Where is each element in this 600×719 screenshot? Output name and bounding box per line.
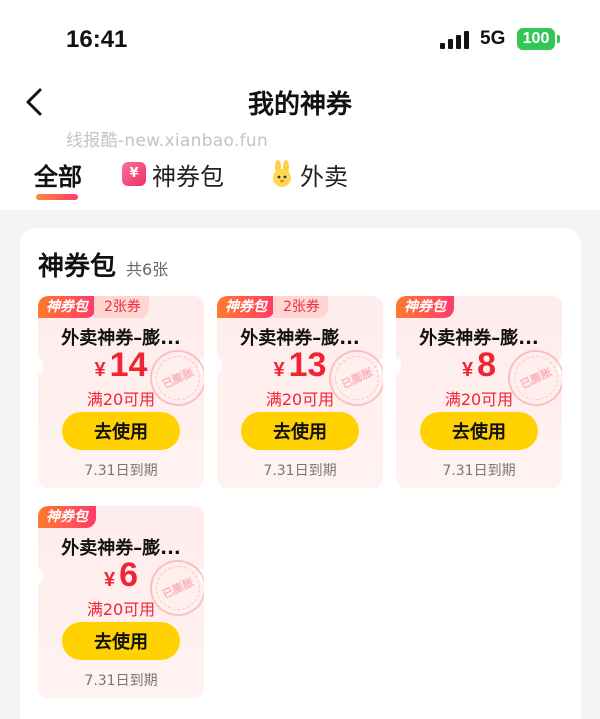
- coupon-tag: 神券包: [217, 296, 275, 318]
- currency-symbol: ¥: [273, 359, 285, 381]
- coupon-tag: 神券包: [396, 296, 454, 318]
- section-title: 神券包: [38, 252, 117, 282]
- coupon-tag: 神券包: [38, 506, 96, 528]
- coupon-amount: 14: [109, 346, 148, 384]
- section-header: 神券包 共6张: [38, 246, 168, 283]
- tab-label: 外卖: [300, 162, 348, 191]
- coupon-amount: 8: [477, 346, 497, 384]
- tab-all[interactable]: 全部: [34, 152, 82, 196]
- coupon-expiry: 7.31日到期: [84, 463, 158, 479]
- watermark-text: 线报酷-new.xianbao.fun: [66, 131, 269, 151]
- currency-symbol: ¥: [461, 359, 474, 381]
- coupon-badges: 神券包: [396, 296, 454, 318]
- header-area: 16:41 5G 100 我的神券 线报酷-new.xianbao.fun 全部…: [0, 0, 600, 210]
- coupon-card[interactable]: 神券包 2张券 外卖神券–膨... 已膨胀 ¥14 满20可用 去使用 7.31…: [38, 296, 204, 488]
- coupon-condition: 满20可用: [265, 390, 335, 409]
- coupon-condition: 满20可用: [86, 600, 156, 619]
- use-coupon-button[interactable]: 去使用: [420, 412, 538, 450]
- coupon-tag: 神券包: [38, 296, 96, 318]
- rabbit-mascot-icon: [270, 160, 294, 188]
- use-coupon-button[interactable]: 去使用: [62, 622, 180, 660]
- coupon-badges: 神券包 2张券: [217, 296, 328, 318]
- nav-bar: 我的神券: [0, 80, 600, 126]
- tab-coupon-pack[interactable]: ¥ 神券包: [122, 152, 224, 196]
- coupon-card[interactable]: 神券包 外卖神券–膨... 已膨胀 ¥6 满20可用 去使用 7.31日到期: [38, 506, 204, 698]
- coupon-amount: 6: [119, 556, 139, 594]
- use-coupon-button[interactable]: 去使用: [241, 412, 359, 450]
- status-bar: 16:41 5G 100: [0, 0, 600, 80]
- coupon-price: ¥6: [38, 556, 204, 595]
- coupon-price: ¥14: [38, 346, 204, 385]
- tab-takeout[interactable]: 外卖: [270, 152, 348, 196]
- coupon-condition: 满20可用: [444, 390, 514, 409]
- signal-icon: [440, 29, 470, 49]
- status-time: 16:41: [66, 26, 128, 53]
- tab-label: 神券包: [152, 162, 224, 191]
- coupon-count-badge: 2张券: [273, 296, 328, 318]
- coupon-card[interactable]: 神券包 外卖神券–膨... 已膨胀 ¥8 满20可用 去使用 7.31日到期: [396, 296, 562, 488]
- coupon-badges: 神券包: [38, 506, 96, 528]
- coupon-expiry: 7.31日到期: [84, 673, 158, 689]
- coupon-price: ¥13: [217, 346, 383, 385]
- tab-label: 全部: [34, 162, 82, 191]
- currency-symbol: ¥: [94, 359, 106, 381]
- coupon-badges: 神券包 2张券: [38, 296, 149, 318]
- battery-tip: [557, 35, 560, 43]
- coupon-pack-icon: ¥: [122, 162, 146, 186]
- page-title: 我的神券: [247, 90, 352, 120]
- coupon-condition: 满20可用: [86, 390, 156, 409]
- tab-bar: 全部 ¥ 神券包 外卖: [0, 152, 600, 204]
- section-count: 共6张: [126, 260, 169, 279]
- use-coupon-button[interactable]: 去使用: [62, 412, 180, 450]
- coupon-pack-section: 神券包 共6张 神券包 2张券 外卖神券–膨... 已膨胀 ¥14 满20可用 …: [20, 228, 581, 719]
- tab-active-indicator: [36, 194, 78, 200]
- currency-symbol: ¥: [103, 569, 116, 591]
- battery-icon: 100: [517, 28, 555, 50]
- coupon-expiry: 7.31日到期: [263, 463, 337, 479]
- coupon-count-badge: 2张券: [94, 296, 149, 318]
- network-type: 5G: [480, 28, 506, 49]
- coupon-price: ¥8: [396, 346, 562, 385]
- coupon-card[interactable]: 神券包 2张券 外卖神券–膨... 已膨胀 ¥13 满20可用 去使用 7.31…: [217, 296, 383, 488]
- coupon-amount: 13: [288, 346, 327, 384]
- coupon-expiry: 7.31日到期: [442, 463, 516, 479]
